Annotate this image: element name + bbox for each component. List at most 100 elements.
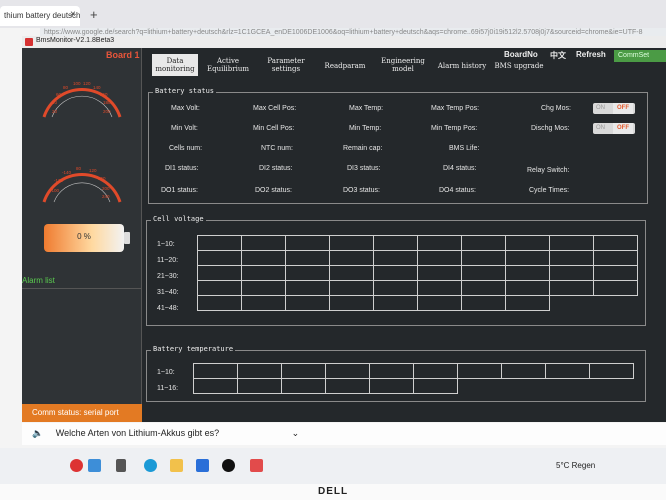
gauge2-tick: -120 [54,178,64,183]
main-menu: Data monitoring Active Equilibrium Paramet… [152,54,552,76]
battery-indicator: 0 % [44,224,130,252]
edge-icon[interactable] [144,459,157,472]
board-title: Board 1 [106,50,140,60]
gauge1-tick: 20 [52,109,58,114]
min-temp-label: Min Temp: [349,125,382,132]
dischg-mos-toggle[interactable]: ON OFF [593,123,635,134]
do2-status-label: DO2 status: [255,187,292,194]
gauge2-tick: 240 [102,194,110,199]
max-temp-pos-label: Max Temp Pos: [431,105,480,112]
tab-readparam[interactable]: Readparam [320,54,370,76]
battery-status-panel: Battery status Max Volt: Max Cell Pos: M… [148,87,648,204]
bms-life-label: BMS Life: [449,145,480,152]
alarm-list-title: Alarm list [22,276,55,285]
cell-voltage-title: Cell voltage [151,215,206,223]
chg-mos-label: Chg Mos: [541,105,571,112]
cycle-times-label: Cycle Times: [529,187,570,194]
chevron-down-icon[interactable]: ⌄ [292,428,300,438]
commset-button[interactable]: CommSet [614,50,666,62]
di3-status-label: DI3 status: [347,165,381,172]
speaker-icon: 🔈 [32,428,44,438]
do1-status-label: DO1 status: [161,187,198,194]
refresh-button[interactable]: Refresh [576,50,606,59]
gauge1-tick: 180 [103,100,111,105]
gauge2-tick: 160 [98,176,106,181]
temp-row-label: 11~16: [157,385,179,392]
battery-tip [124,232,130,244]
di2-status-label: DI2 status: [259,165,293,172]
relay-switch-label: Relay Switch: [527,167,570,174]
gauge1-tick: 80 [63,85,69,90]
suggestion-text: Welche Arten von Lithium-Akkus gibt es? [55,428,220,438]
temperature-grid [193,363,634,394]
do4-status-label: DO4 status: [439,187,476,194]
temp-row-label: 1~10: [157,369,175,376]
battery-temperature-panel: Battery temperature 1~10: 11~16: [146,345,646,402]
max-cell-pos-label: Max Cell Pos: [253,105,297,112]
browser-tab[interactable]: thium battery deutsch [0,6,80,26]
gauge2-tick: -140 [62,170,72,175]
ntc-num-label: NTC num: [261,145,293,152]
search-suggestion-bar[interactable]: 🔈 Welche Arten von Lithium-Akkus gibt es… [22,423,666,445]
window-titlebar: BmsMonitor-V2.1.8Beta3 [22,36,666,48]
gauge1-tick: 120 [83,81,91,86]
gauge2-tick: 80 [76,166,82,171]
cell-row-label: 11~20: [157,257,179,264]
browser-tab-strip: thium battery deutsch × + [0,0,666,28]
dell-icon[interactable] [222,459,235,472]
min-temp-pos-label: Min Temp Pos: [431,125,478,132]
max-temp-label: Max Temp: [349,105,384,112]
start-icon[interactable] [70,459,83,472]
cells-num-label: Cells num: [169,145,203,152]
di1-status-label: DI1 status: [165,165,199,172]
gauge1-tick: 160 [100,92,108,97]
boardno-label[interactable]: BoardNo [504,50,538,59]
window-title: BmsMonitor-V2.1.8Beta3 [36,37,115,44]
tab-parameter-settings[interactable]: Parameter settings [262,54,310,76]
cell-row-label: 41~48: [157,305,179,312]
cell-row-label: 1~10: [157,241,175,248]
voltage-gauge: 20 40 60 80 100 120 140 160 180 200 [42,81,122,118]
cell-row-label: 31~40: [157,289,179,296]
explorer-icon[interactable] [170,459,183,472]
tab-close-icon[interactable]: × [70,9,76,20]
tab-data-monitoring[interactable]: Data monitoring [152,54,198,76]
di4-status-label: DI4 status: [443,165,477,172]
remain-cap-label: Remain cap: [343,145,383,152]
gauge1-tick: 200 [103,109,111,114]
browser-tab-title: thium battery deutsch [4,11,80,20]
gauge2-tick: 200 [102,186,110,191]
gauge1-tick: 60 [56,92,62,97]
battery-percent: 0 % [77,232,91,241]
min-volt-label: Min Volt: [171,125,198,132]
max-volt-label: Max Volt: [171,105,200,112]
dischg-mos-label: Dischg Mos: [531,125,570,132]
tab-engineering-model[interactable]: Engineering model [376,54,430,76]
battery-temperature-title: Battery temperature [151,345,236,353]
gauge2-tick: 120 [89,168,97,173]
comm-status: Comm status: serial port [22,404,142,422]
dell-logo: DELL [318,486,349,497]
mail-icon[interactable] [196,459,209,472]
taskview-icon[interactable] [116,459,126,472]
gauge1-tick: 100 [73,81,81,86]
widgets-icon[interactable] [88,459,101,472]
cell-voltage-panel: Cell voltage 1~10: 11~20: 21~30: 31~40: … [146,215,646,326]
battery-status-title: Battery status [153,87,217,95]
language-button[interactable]: 中文 [550,50,566,61]
weather-status[interactable]: 5°C Regen [556,461,595,470]
new-tab-button[interactable]: + [90,7,98,22]
gauge2-tick: -100 [50,188,60,193]
chg-mos-toggle[interactable]: ON OFF [593,103,635,114]
gauge1-tick: 140 [93,85,101,90]
gauge1-tick: 40 [52,100,58,105]
bms-app: Board 1 20 40 60 80 100 120 140 160 180 … [22,48,666,422]
left-panel: Board 1 20 40 60 80 100 120 140 160 180 … [22,48,142,422]
tab-active-equilibrium[interactable]: Active Equilibrium [204,54,252,76]
taskbar: 5°C Regen [0,448,666,484]
app-icon [25,38,33,46]
current-gauge: -100 -120 -140 80 120 160 200 240 [42,166,122,203]
tab-alarm-history[interactable]: Alarm history [434,54,490,76]
cell-row-label: 21~30: [157,273,179,280]
bmsmonitor-taskbar-icon[interactable] [250,459,263,472]
